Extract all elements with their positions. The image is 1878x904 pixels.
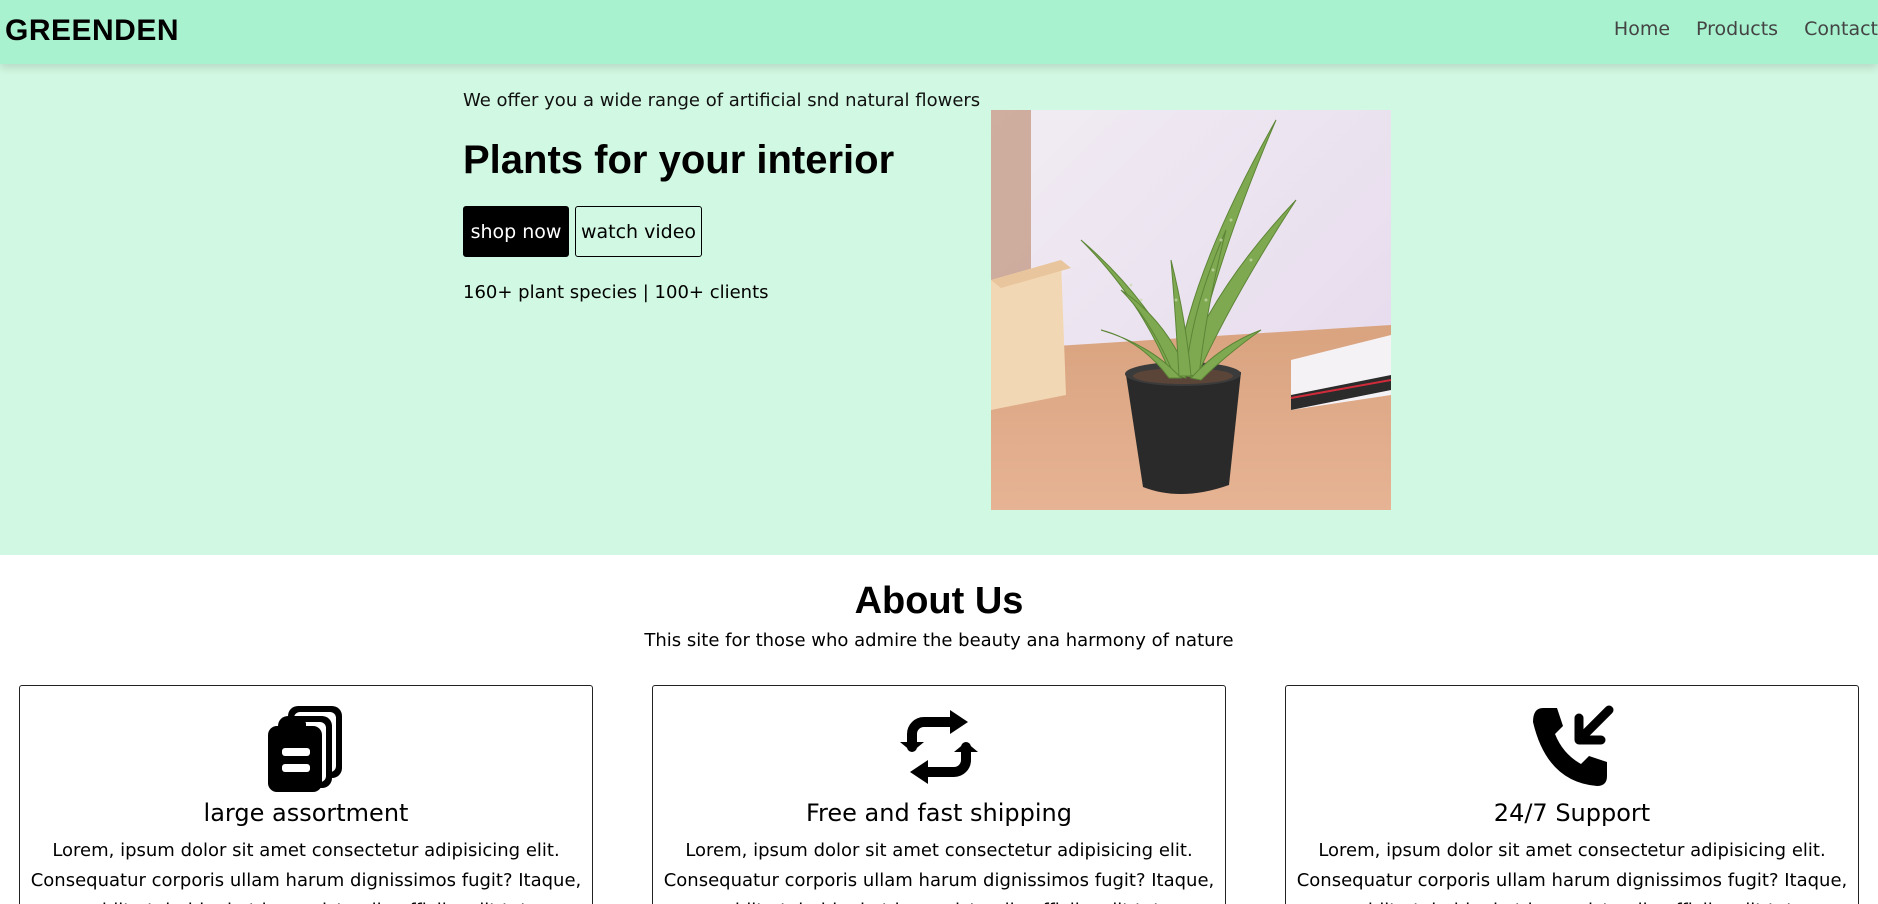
navbar: GREENDEN Home Products Contact (0, 0, 1878, 64)
nav-links: Home Products Contact (1602, 18, 1878, 40)
nav-link-products[interactable]: Products (1696, 18, 1778, 40)
card-text: Lorem, ipsum dolor sit amet consectetur … (663, 840, 1215, 904)
hero-tagline: We offer you a wide range of artificial … (463, 90, 981, 111)
feature-card-shipping: Free and fast shipping Lorem, ipsum dolo… (652, 685, 1226, 904)
card-text: Lorem, ipsum dolor sit amet consectetur … (1296, 840, 1848, 904)
card-title: Free and fast shipping (805, 799, 1072, 827)
watch-video-button[interactable]: watch video (575, 206, 702, 257)
feature-card-support: 24/7 Support Lorem, ipsum dolor sit amet… (1285, 685, 1859, 904)
feature-card-assortment: large assortment Lorem, ipsum dolor sit … (19, 685, 593, 904)
hero-section: We offer you a wide range of artificial … (0, 64, 1878, 555)
shop-now-button[interactable]: shop now (463, 206, 569, 257)
nav-link-contact[interactable]: Contact (1804, 18, 1878, 40)
card-text: Lorem, ipsum dolor sit amet consectetur … (30, 840, 582, 904)
phone-incoming-icon (1286, 702, 1858, 792)
about-subtitle: This site for those who admire the beaut… (644, 630, 1234, 651)
aloe-plant-photo (991, 110, 1391, 510)
card-title: large assortment (203, 799, 409, 827)
brand-logo[interactable]: GREENDEN (5, 14, 179, 48)
hero-title: Plants for your interior (463, 138, 895, 182)
plant-illustration (991, 110, 1391, 510)
about-title: About Us (854, 580, 1024, 622)
arrows-repeat-icon (653, 702, 1225, 792)
card-title: 24/7 Support (1493, 799, 1651, 827)
nav-link-home[interactable]: Home (1614, 18, 1670, 40)
clipboard-stack-icon (20, 702, 592, 792)
hero-stats: 160+ plant species | 100+ clients (463, 282, 769, 303)
